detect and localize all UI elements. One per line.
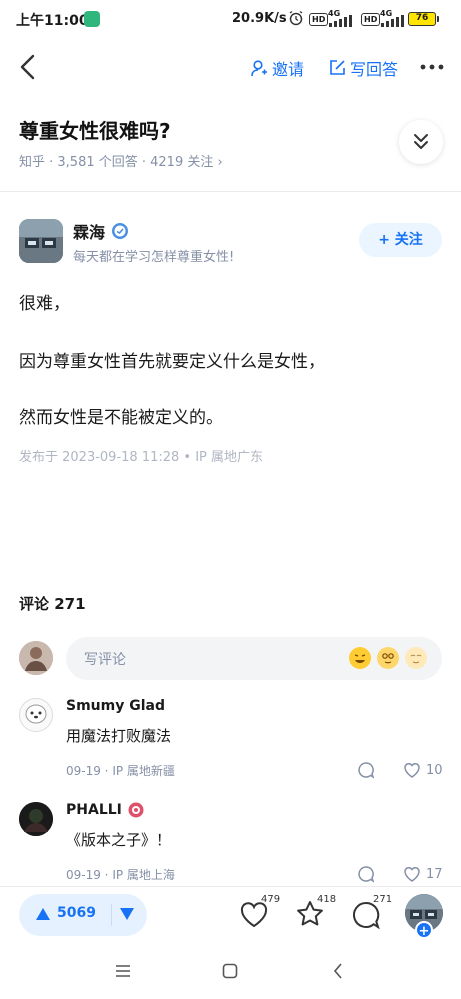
heart-icon: [404, 867, 420, 882]
back-button[interactable]: [16, 54, 40, 80]
invite-label: 邀请: [272, 60, 305, 79]
menu-nav-button[interactable]: [115, 964, 131, 978]
comment-bubble-icon: [358, 866, 375, 883]
status-bar: 上午11:00 20.9K/s HD 4G HD 4G 76: [0, 0, 461, 38]
comment-text: 《版本之子》！: [66, 831, 172, 849]
back-nav-button[interactable]: [332, 963, 344, 979]
comment-meta: 09-19 · IP 属地上海: [66, 868, 175, 882]
author-name: 霖海: [73, 223, 106, 242]
status-time: 上午11:00: [16, 13, 89, 29]
author-avatar[interactable]: [19, 219, 63, 263]
back-icon: [20, 54, 35, 80]
comment-like-count: 10: [426, 762, 443, 778]
answer-paragraph: 因为尊重女性首先就要定义什么是女性，: [19, 352, 325, 372]
signal-icon-2: [381, 15, 405, 27]
comment-like-count: 17: [426, 866, 443, 882]
vote-down-button[interactable]: [119, 906, 135, 922]
header-divider: [0, 191, 461, 192]
hd-badge-2: HD: [361, 13, 381, 26]
answer-paragraph: 然而女性是不能被定义的。: [19, 408, 223, 428]
menu-icon: [116, 965, 130, 977]
battery-icon: 76: [408, 12, 436, 26]
network-speed: 20.9K/s: [232, 11, 287, 26]
follow-button[interactable]: + 关注: [359, 223, 442, 257]
write-icon: [328, 59, 346, 77]
comment-meta: 09-19 · IP 属地新疆: [66, 764, 175, 778]
author-bio: 每天都在学习怎样尊重女性!: [73, 250, 235, 265]
vote-up-icon: [36, 908, 50, 920]
alarm-icon: [288, 10, 304, 26]
system-nav-bar: [0, 950, 461, 999]
comment-like-button[interactable]: 10: [403, 761, 443, 779]
invite-person-icon: [250, 59, 268, 77]
hd-badge: HD: [309, 13, 329, 26]
home-nav-button[interactable]: [222, 963, 238, 979]
comment-reply-button[interactable]: [357, 865, 375, 883]
comments-title: 评论 271: [19, 595, 86, 613]
answer-paragraph: 很难，: [19, 294, 70, 314]
vote-separator: [111, 904, 112, 926]
smile-emoji-icon[interactable]: [377, 647, 399, 669]
comment-text: 用魔法打败魔法: [66, 727, 172, 745]
question-meta[interactable]: 知乎 · 3,581 个回答 · 4219 关注 ›: [19, 151, 223, 170]
follow-plus-button[interactable]: +: [415, 921, 433, 939]
publish-info: 发布于 2023-09-18 11:28 • IP 属地广东: [19, 450, 264, 465]
signal-icon: [329, 15, 355, 27]
comment-reply-button[interactable]: [357, 761, 375, 779]
home-icon: [222, 963, 238, 979]
vote-down-icon: [120, 908, 134, 920]
chevron-double-down-icon: [414, 134, 428, 149]
collapse-button[interactable]: [399, 120, 443, 164]
vote-count: 5069: [57, 905, 96, 921]
comment-author: PHALLI: [66, 802, 122, 818]
comment-bubble-icon: [358, 762, 375, 779]
comment-placeholder: 写评论: [84, 652, 126, 668]
comment-author-row[interactable]: PHALLI: [66, 802, 144, 818]
comment-avatar[interactable]: [19, 698, 53, 732]
my-avatar: [19, 641, 53, 675]
security-shield-icon: [84, 11, 100, 27]
more-icon: [420, 64, 444, 70]
comment-author[interactable]: Smumy Glad: [66, 698, 165, 714]
heart-icon: [404, 763, 420, 778]
bottom-bar-divider: [0, 886, 461, 887]
more-button[interactable]: [420, 60, 444, 74]
write-answer-button[interactable]: 写回答: [328, 56, 398, 80]
author-name-row[interactable]: 霖海: [73, 219, 129, 243]
like-count: 479: [261, 894, 281, 905]
laugh-emoji-icon[interactable]: [349, 647, 371, 669]
comment-avatar[interactable]: [19, 802, 53, 836]
write-answer-label: 写回答: [350, 60, 399, 79]
badge-icon: [128, 802, 144, 818]
favorite-count: 418: [317, 894, 337, 905]
calm-emoji-icon[interactable]: [405, 647, 427, 669]
question-title[interactable]: 尊重女性很难吗?: [19, 115, 171, 144]
battery-tip: [437, 16, 439, 22]
comment-like-button[interactable]: 17: [403, 865, 443, 883]
invite-button[interactable]: 邀请: [250, 56, 304, 80]
vote-up-button[interactable]: [35, 906, 51, 922]
back-nav-icon: [333, 963, 342, 979]
verified-badge-icon: [111, 222, 129, 240]
vote-pill: 5069: [19, 894, 147, 936]
comment-count: 271: [373, 894, 393, 905]
